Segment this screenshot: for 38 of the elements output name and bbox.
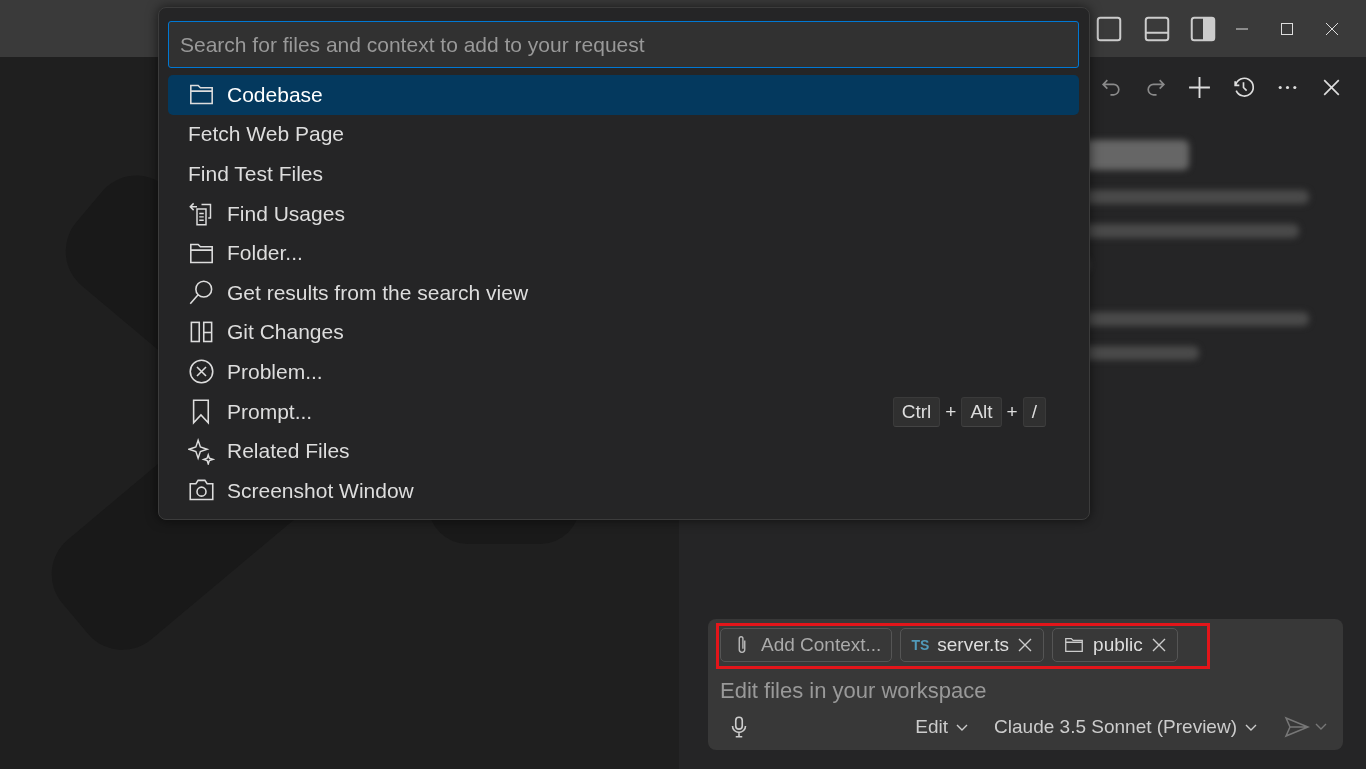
quick-pick-item[interactable]: Prompt... Ctrl + Alt + / — [168, 391, 1079, 432]
quick-pick-item[interactable]: Screenshot Window — [168, 470, 1079, 511]
quick-pick-item[interactable]: Folder... — [168, 233, 1079, 273]
search-field[interactable]: Search for files and context to add to your request — [168, 21, 1079, 68]
key-separator: + — [1006, 400, 1018, 423]
file-type-label: TS — [911, 637, 930, 653]
quick-pick-item[interactable]: Related Files — [168, 431, 1079, 471]
quick-pick-item[interactable]: Find Test Files — [168, 154, 1079, 194]
file-chip[interactable]: TS server.ts — [900, 628, 1045, 662]
model-dropdown[interactable]: Claude 3.5 Sonnet (Preview) — [994, 716, 1259, 738]
chip-label: server.ts — [937, 634, 1010, 656]
quick-pick-item[interactable]: Git Changes — [168, 312, 1079, 353]
item-label: Fetch Web Page — [188, 122, 345, 147]
item-label: Problem... — [227, 359, 323, 384]
item-label: Find Usages — [227, 201, 345, 226]
add-context-button[interactable]: Add Context... — [720, 628, 893, 662]
item-label: Get results from the search view — [227, 280, 529, 305]
keyboard-key: / — [1022, 396, 1046, 427]
item-label: Related Files — [227, 439, 350, 464]
quick-pick-item[interactable]: Get results from the search view — [168, 272, 1079, 313]
chip-label: public — [1093, 634, 1143, 656]
quick-pick-item[interactable]: Problem... — [168, 352, 1079, 392]
item-label: Git Changes — [227, 320, 344, 345]
item-label: Codebase — [227, 82, 323, 107]
mode-dropdown[interactable]: Edit — [915, 716, 971, 738]
item-label: Folder... — [227, 241, 303, 266]
quick-pick-item[interactable]: Find Usages — [168, 193, 1079, 234]
item-label: Prompt... — [227, 399, 313, 424]
keyboard-key: Alt — [961, 396, 1002, 427]
chat-input[interactable]: Add Context... TS server.ts public Edit files in your workspace Edit Claude 3.5 Sonnet (Preview) — [708, 619, 1343, 750]
key-separator: + — [945, 400, 957, 423]
quick-pick-item[interactable]: Codebase — [168, 75, 1079, 115]
item-label: Find Test Files — [188, 162, 323, 186]
keyboard-key: Ctrl — [892, 396, 941, 427]
item-label: Screenshot Window — [227, 478, 414, 503]
folder-chip[interactable]: public — [1052, 628, 1178, 662]
chip-label: Add Context... — [761, 634, 882, 656]
quick-pick-item[interactable]: Fetch Web Page — [168, 114, 1079, 155]
